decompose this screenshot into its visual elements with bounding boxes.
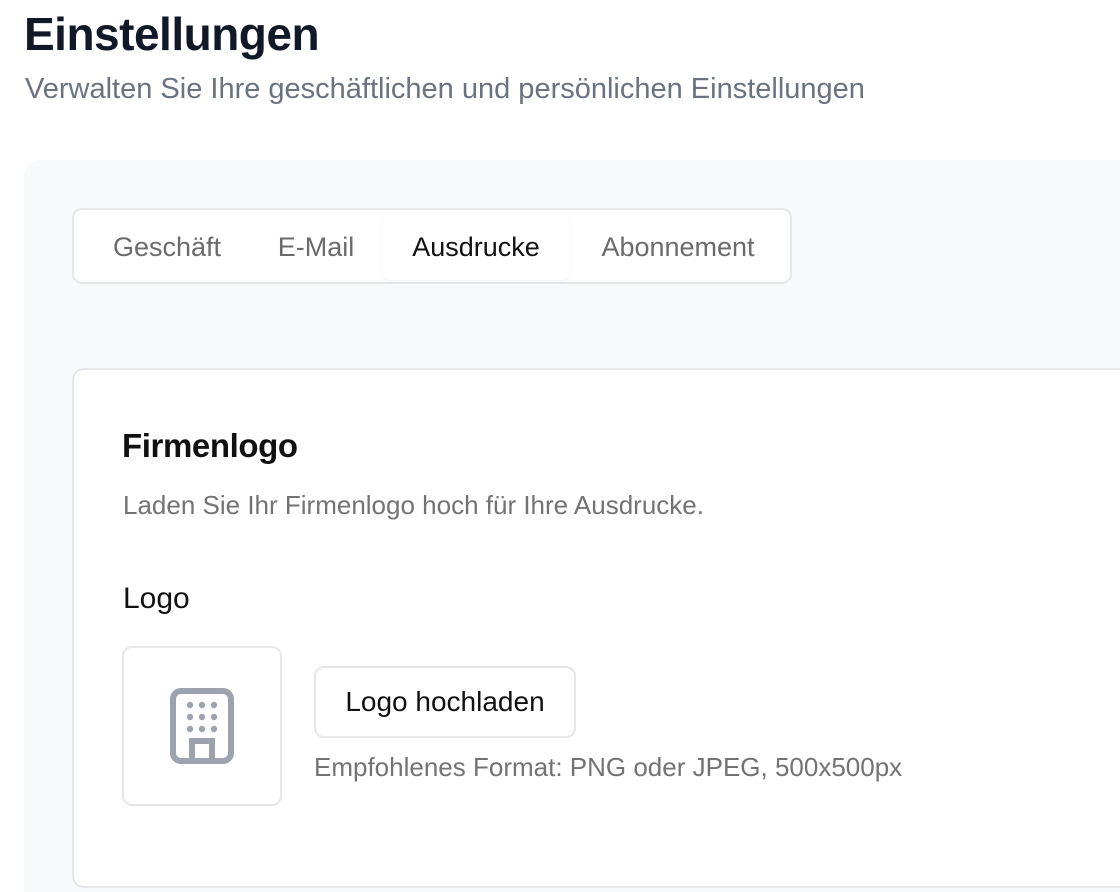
upload-logo-button[interactable]: Logo hochladen (314, 666, 576, 738)
page-title: Einstellungen (24, 8, 320, 60)
settings-panel: Geschäft E-Mail Ausdrucke Abonnement Fir… (24, 160, 1120, 892)
logo-label: Logo (123, 582, 190, 615)
settings-page: Einstellungen Verwalten Sie Ihre geschäf… (0, 0, 1120, 892)
page-subtitle: Verwalten Sie Ihre geschäftlichen und pe… (25, 73, 865, 105)
tab-email[interactable]: E-Mail (252, 214, 380, 280)
settings-tabs: Geschäft E-Mail Ausdrucke Abonnement (72, 208, 792, 284)
card-title: Firmenlogo (122, 427, 298, 464)
tab-abonnement[interactable]: Abonnement (578, 214, 778, 280)
building-icon (170, 688, 234, 764)
card-description: Laden Sie Ihr Firmenlogo hoch für Ihre A… (123, 490, 704, 520)
tab-ausdrucke[interactable]: Ausdrucke (382, 214, 570, 280)
format-hint: Empfohlenes Format: PNG oder JPEG, 500x5… (314, 752, 903, 782)
logo-preview[interactable] (122, 646, 282, 806)
tab-geschaeft[interactable]: Geschäft (82, 214, 252, 280)
company-logo-card: Firmenlogo Laden Sie Ihr Firmenlogo hoch… (72, 368, 1120, 888)
